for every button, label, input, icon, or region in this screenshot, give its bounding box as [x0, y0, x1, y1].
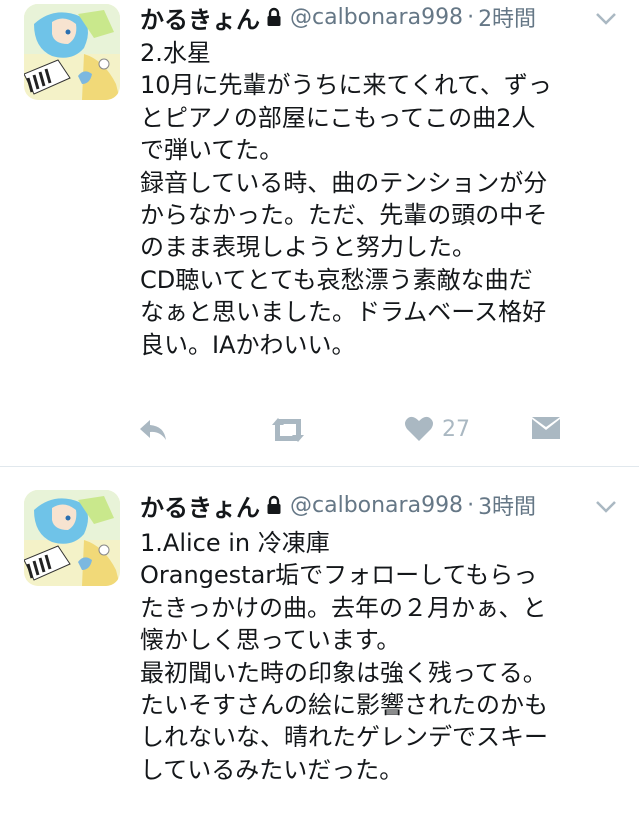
reply-icon [140, 420, 166, 440]
tweet-line: 最初聞いた時の印象は強く残ってる。 [140, 658, 547, 687]
separator: · [467, 4, 475, 30]
dm-icon [532, 417, 560, 439]
display-name[interactable]: かるきょん [140, 488, 260, 523]
retweet-icon [272, 418, 304, 442]
lock-icon [267, 7, 281, 26]
tweet-line: しているみたいだった。 [140, 755, 404, 784]
tweet-line: のまま表現しようと努力した。 [140, 233, 476, 262]
tweet-line: なぁと思いました。ドラムベース格好 [140, 298, 547, 327]
display-name[interactable]: かるきょん [140, 0, 260, 35]
user-handle[interactable]: @calbonara998 [290, 493, 463, 518]
tweet-line: からなかった。ただ、先輩の頭の中そ [140, 201, 548, 230]
tweet-line: 懐かしく思っています。 [140, 626, 401, 655]
timestamp[interactable]: 2時間 [478, 1, 536, 33]
tweet-line: たきっかけの曲。去年の２月かぁ、と [140, 593, 547, 622]
chevron-down-icon[interactable] [595, 12, 617, 26]
tweet-text: 2.水星 10月に先輩がうちに来てくれて、ずっ とピアノの部屋にこもってこの曲2… [140, 37, 618, 361]
tweet-header: かるきょん @calbonara998 · 3時間 [140, 488, 536, 522]
chevron-down-icon[interactable] [595, 500, 617, 514]
tweet-text: 1.Alice in 冷凍庫 Orangestar垢でフォローしてもらっ たきっ… [140, 527, 618, 786]
tweet-line: 10月に先輩がうちに来てくれて、ずっ [140, 71, 552, 100]
tweet-line: で弾いてた。 [140, 136, 284, 165]
timestamp[interactable]: 3時間 [478, 489, 536, 521]
tweet-line: たいそすさんの絵に影響されたのかも [140, 691, 548, 720]
tweet-line: しれないな、晴れたゲレンデでスキー [140, 723, 548, 752]
lock-icon [267, 495, 281, 514]
avatar[interactable] [24, 4, 120, 100]
retweet-button[interactable] [268, 415, 308, 445]
dm-button[interactable] [530, 415, 562, 443]
tweet-line: 1.Alice in 冷凍庫 [140, 529, 330, 557]
like-button[interactable]: 27 [404, 415, 470, 443]
tweet[interactable]: かるきょん @calbonara998 · 2時間 2.水星 10月に先輩がうち… [0, 0, 639, 466]
tweet-line: Orangestar垢でフォローしてもらっ [140, 561, 538, 590]
reply-button[interactable] [136, 415, 170, 445]
tweet-line: 良い。IAかわいい。 [140, 330, 356, 359]
tweet-line: 2.水星 [140, 39, 211, 67]
tweet-header: かるきょん @calbonara998 · 2時間 [140, 0, 536, 34]
tweet-line: CD聴いてとても哀愁漂う素敵な曲だ [140, 265, 533, 294]
tweet-line: 録音している時、曲のテンションが分 [140, 168, 548, 197]
avatar[interactable] [24, 490, 120, 586]
separator: · [467, 492, 475, 518]
tweet-line: とピアノの部屋にこもってこの曲2人 [140, 103, 536, 132]
like-count: 27 [442, 416, 470, 442]
heart-icon [405, 416, 433, 441]
user-handle[interactable]: @calbonara998 [290, 5, 463, 30]
